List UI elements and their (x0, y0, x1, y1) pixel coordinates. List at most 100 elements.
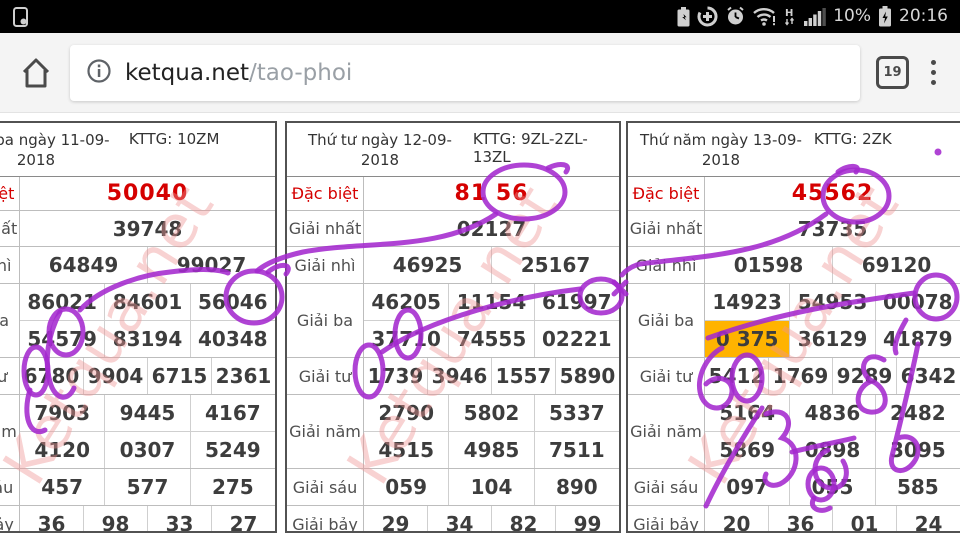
prize-label: Giải nhì (0, 247, 20, 283)
prize-row: Giải ba1492354953000780 3753612941879 (628, 284, 960, 358)
prize-cell: 6342 (896, 358, 960, 394)
prize-label: Giải ba (0, 284, 20, 357)
prize-cell: 36129 (789, 321, 874, 357)
prize-row: Giải nhì6484999027 (0, 247, 275, 284)
prize-cell: 39748 (20, 211, 275, 246)
prize-row: Giải sáu097055585 (628, 469, 960, 506)
prize-row: Giải bảy20360124 (628, 506, 960, 533)
prize-cell: 81 56 (364, 177, 619, 210)
prize-cell: 46925 (364, 247, 491, 283)
prize-cell: 98 (83, 506, 147, 533)
prize-cell: 5337 (534, 395, 619, 431)
prize-cell: 54579 (20, 321, 104, 357)
prize-label: Giải sáu (0, 469, 20, 505)
prize-cell: 20 (705, 506, 768, 533)
tab-switcher-button[interactable]: 19 (876, 56, 909, 89)
prize-cell: 99 (555, 506, 619, 533)
overflow-menu-icon[interactable] (925, 56, 942, 89)
prize-cell: 275 (190, 469, 275, 505)
prize-cell: 9289 (832, 358, 896, 394)
prize-cell: 14923 (705, 284, 789, 320)
prize-cell: 5249 (190, 432, 275, 468)
prize-cell: 36 (20, 506, 83, 533)
prize-label: Giải bảy (287, 506, 364, 533)
table-kttg: KTTG: 2ZK (814, 123, 960, 176)
prize-cell: 5890 (555, 358, 619, 394)
prize-label: Giải tư (287, 358, 364, 394)
prize-cell: 01 (832, 506, 896, 533)
prize-row: Giải năm279058025337451549857511 (287, 395, 619, 469)
prize-cell: 24 (896, 506, 960, 533)
prize-cell: 4985 (448, 432, 533, 468)
svg-text:H: H (785, 8, 793, 19)
prize-label: Giải nhất (287, 211, 364, 246)
data-saver-icon (697, 6, 718, 27)
prize-cell: 2361 (211, 358, 275, 394)
url-bar[interactable]: ketqua.net/tao-phoi (70, 45, 860, 101)
browser-toolbar: ketqua.net/tao-phoi 19 (0, 33, 960, 113)
wifi-icon (753, 7, 776, 26)
prize-row: Giải sáu457577275 (0, 469, 275, 506)
prize-label: Giải bảy (628, 506, 705, 533)
prize-cell: 36 (768, 506, 832, 533)
prize-row: Giải năm790394454167412003075249 (0, 395, 275, 469)
prize-cell: 2482 (875, 395, 960, 431)
result-table-tuesday: Thứ ba ngày 11-09-2018KTTG: 10ZMĐặc biệt… (0, 121, 277, 533)
prize-row: Giải nhì0159869120 (628, 247, 960, 284)
screen-capture-icon (12, 6, 30, 28)
prize-label: Giải năm (0, 395, 20, 468)
clock-text: 20:16 (899, 0, 948, 33)
prize-cell: 56046 (190, 284, 275, 320)
battery-percent: 10% (833, 0, 871, 33)
result-table-thursday: Thứ năm ngày 13-09-2018KTTG: 2ZKĐặc biệt… (626, 121, 960, 533)
phone-screen: H 10% 20:16 ketqua.net/tao-phoi 19 Thứ b… (0, 0, 960, 540)
prize-row: Giải tư5412176992896342 (628, 358, 960, 395)
prize-cell: 50040 (20, 177, 275, 210)
info-icon[interactable] (86, 58, 112, 88)
prize-label: Giải ba (628, 284, 705, 357)
prize-label: Giải bảy (0, 506, 20, 533)
prize-cell: 02127 (364, 211, 619, 246)
prize-row: Giải nhất02127 (287, 211, 619, 247)
prize-cell: 055 (789, 469, 874, 505)
prize-cell: 86021 (20, 284, 104, 320)
url-text: ketqua.net/tao-phoi (125, 60, 352, 86)
prize-cell: 34 (427, 506, 491, 533)
prize-label: Đặc biệt (628, 177, 705, 210)
prize-cell: 40348 (190, 321, 275, 357)
prize-cell: 4515 (364, 432, 448, 468)
prize-cell: 02221 (534, 321, 619, 357)
prize-cell: 54953 (789, 284, 874, 320)
prize-cell: 577 (104, 469, 189, 505)
page-content: Thứ ba ngày 11-09-2018KTTG: 10ZMĐặc biệt… (0, 113, 960, 540)
alarm-icon (725, 6, 746, 27)
prize-row: Đặc biệt50040 (0, 177, 275, 211)
prize-cell: 3095 (875, 432, 960, 468)
prize-cell: 33 (147, 506, 211, 533)
prize-cell: 64849 (20, 247, 147, 283)
prize-cell: 1739 (364, 358, 427, 394)
prize-label: Giải tư (628, 358, 705, 394)
prize-label: Giải nhất (628, 211, 705, 246)
prize-row: Đặc biệt81 56 (287, 177, 619, 211)
prize-cell: 585 (875, 469, 960, 505)
prize-cell: 3946 (427, 358, 491, 394)
url-host: ketqua.net (125, 60, 249, 86)
prize-row: Đặc biệt45562 (628, 177, 960, 211)
home-icon[interactable] (18, 56, 54, 90)
prize-cell: 45562 (705, 177, 960, 210)
table-kttg: KTTG: 9ZL-2ZL-13ZL (473, 123, 619, 176)
prize-cell: 73735 (705, 211, 960, 246)
prize-label: Giải sáu (628, 469, 705, 505)
prize-cell: 74555 (448, 321, 533, 357)
prize-cell: 84601 (104, 284, 189, 320)
prize-label: Giải nhất (0, 211, 20, 246)
battery-charging-icon (878, 6, 892, 27)
table-date: Thứ năm ngày 13-09-2018 (628, 123, 814, 176)
prize-cell: 1769 (768, 358, 832, 394)
prize-cell: 99027 (147, 247, 275, 283)
table-kttg: KTTG: 10ZM (129, 123, 275, 176)
prize-cell: 4120 (20, 432, 104, 468)
prize-row: Giải nhì4692525167 (287, 247, 619, 284)
prize-label: Giải năm (628, 395, 705, 468)
